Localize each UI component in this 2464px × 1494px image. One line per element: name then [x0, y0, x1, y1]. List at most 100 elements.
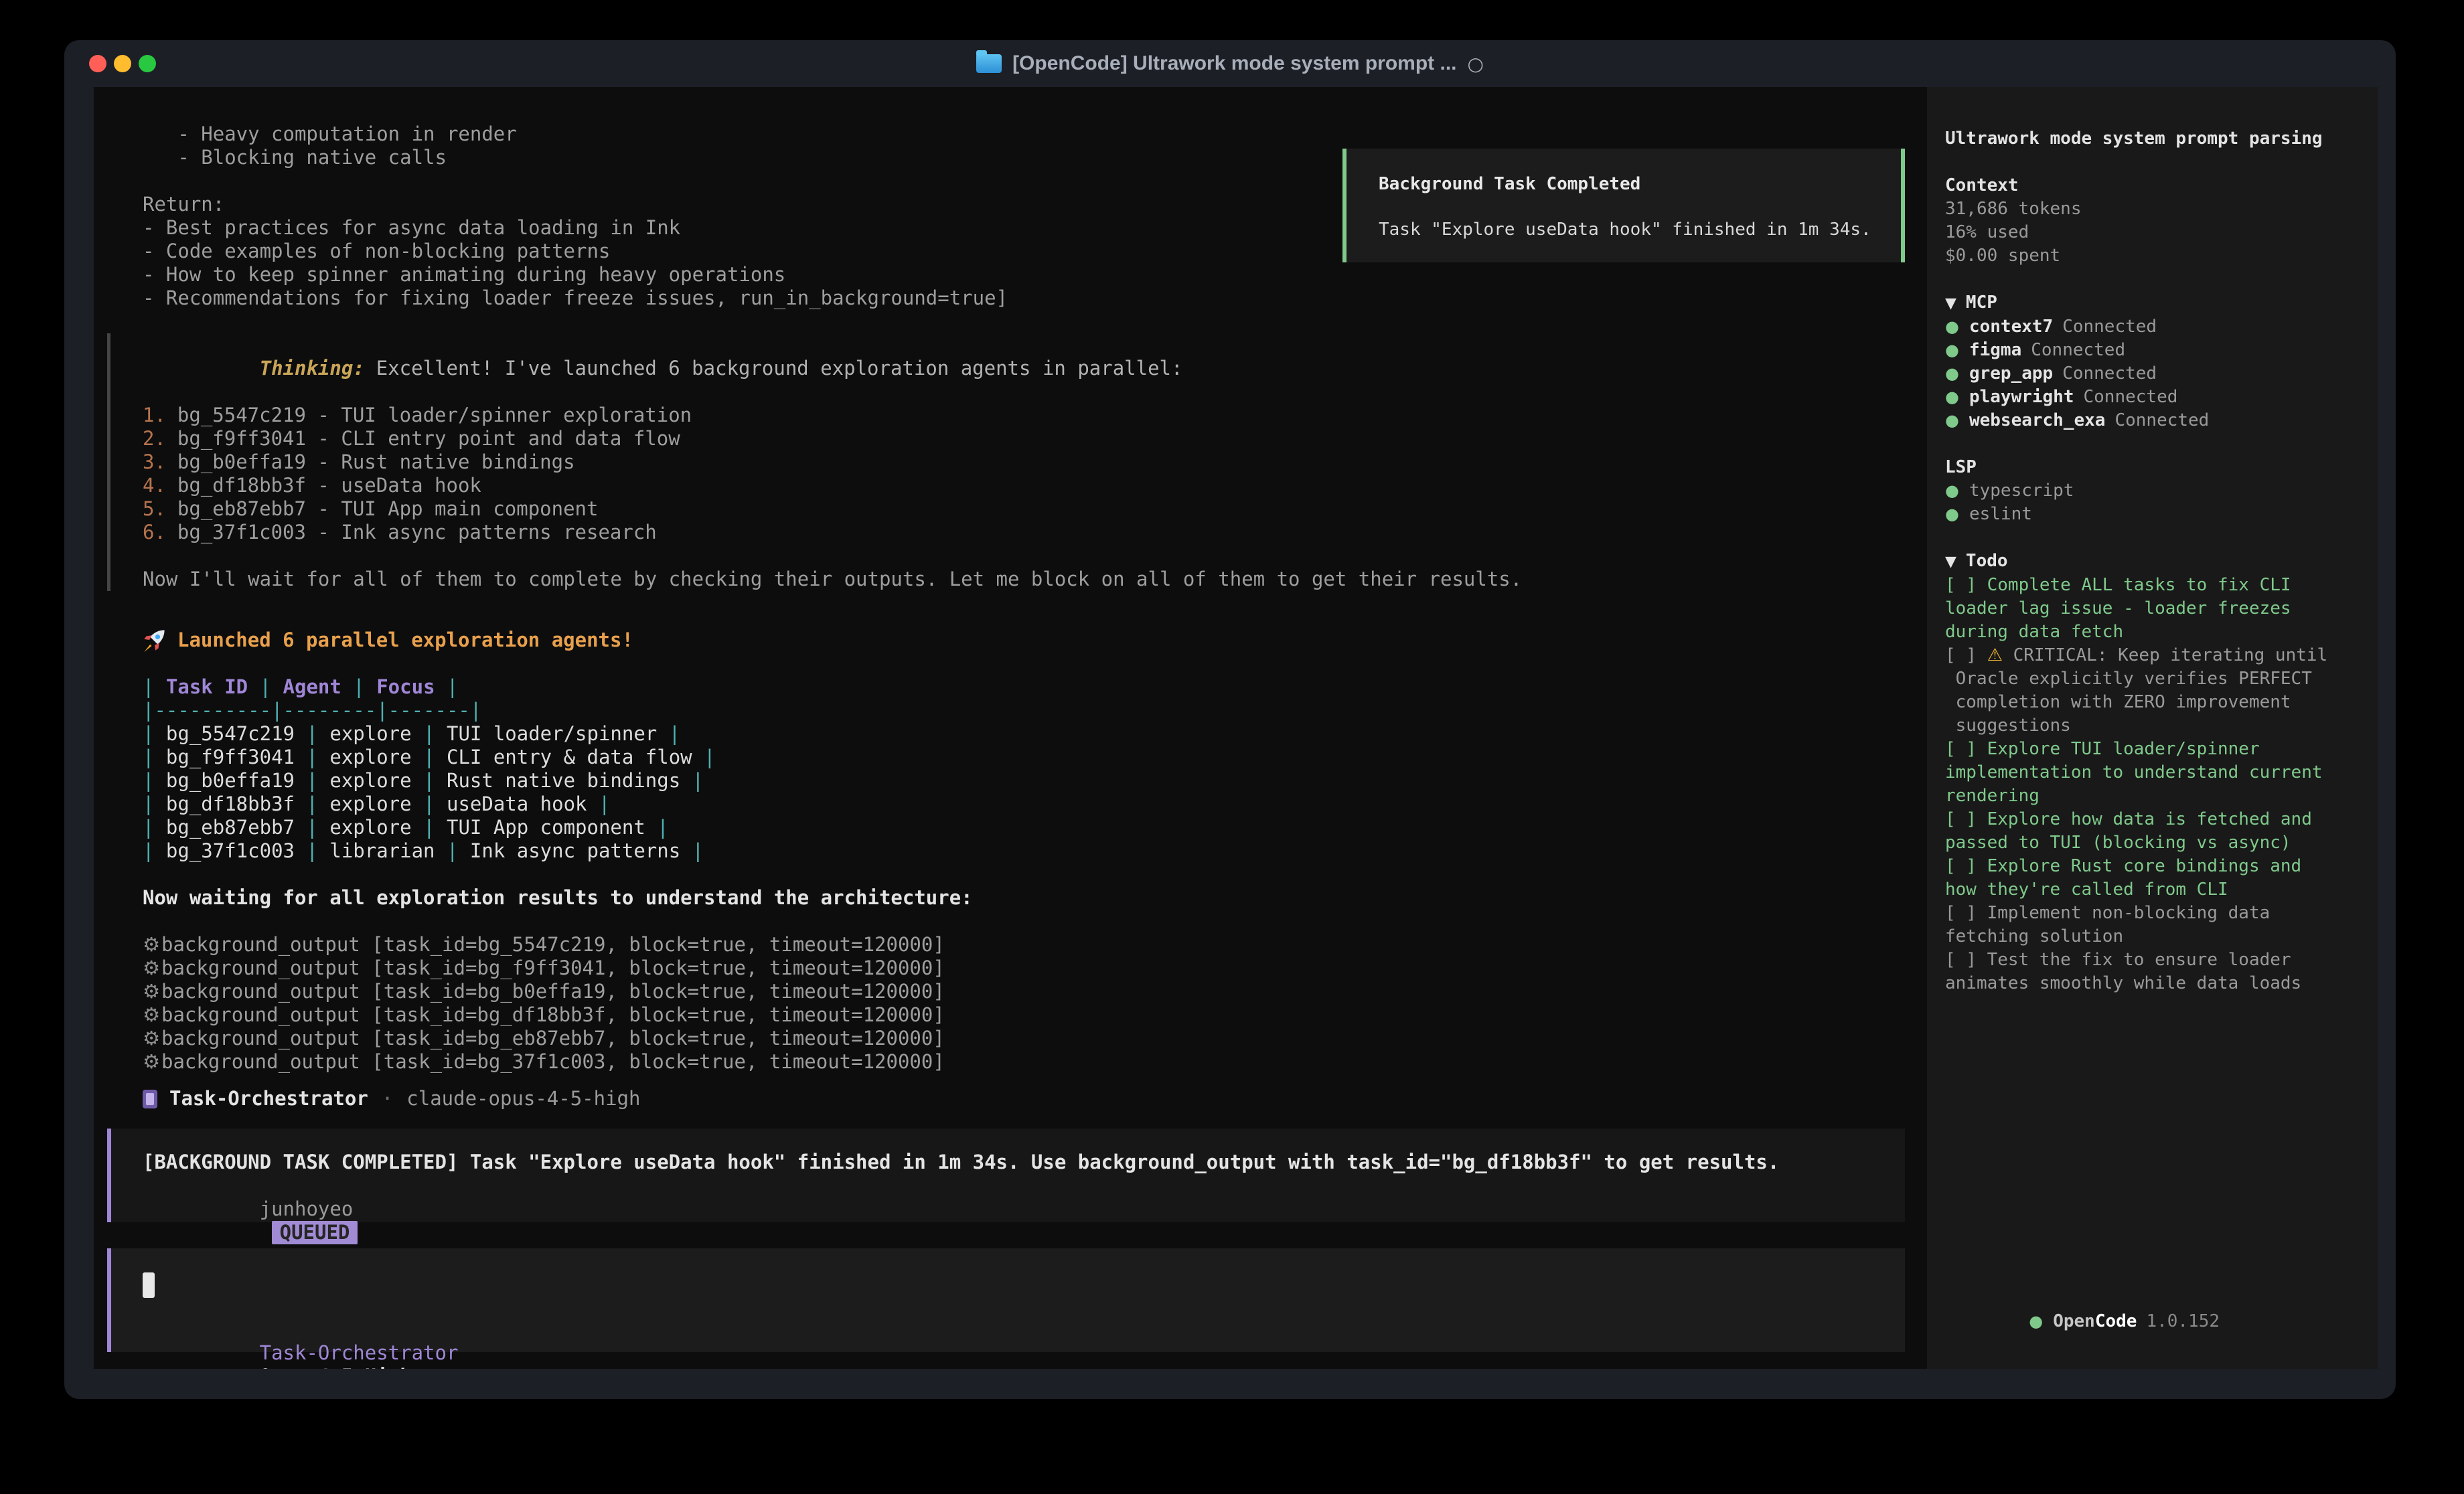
todo-line: implementation to understand current [1945, 761, 2366, 784]
table-row: | bg_37f1c003 | librarian | Ink async pa… [143, 839, 1905, 863]
todo-line: loader lag issue - loader freezes [1945, 597, 2366, 620]
mcp-item: ●websearch_exaConnected [1945, 409, 2366, 432]
chevron-down-icon: ▼ [1945, 554, 1956, 570]
todo-line: how they're called from CLI [1945, 878, 2366, 902]
waiting-line: Now waiting for all exploration results … [143, 886, 1905, 910]
todo-line: Oracle explicitly verifies PERFECT [1945, 667, 2366, 691]
status-dot-icon: ● [1945, 505, 1959, 523]
zoom-button[interactable] [139, 55, 156, 72]
gear-icon: ⚙ [143, 1027, 160, 1050]
agent-name: Task-Orchestrator [169, 1087, 368, 1110]
mcp-item: ●context7Connected [1945, 315, 2366, 339]
chat-transcript: - Heavy computation in render - Blocking… [94, 87, 1927, 1369]
mcp-item: ●playwrightConnected [1945, 386, 2366, 409]
todo-heading: ▼Todo [1945, 550, 2366, 574]
tool-call-list: ⚙background_output [task_id=bg_5547c219,… [143, 933, 1905, 1074]
rocket-icon [143, 628, 167, 652]
prompt-input[interactable]: Task-Orchestrator Opus 4.5 High Anthropi… [107, 1248, 1905, 1352]
mcp-heading: ▼MCP [1945, 291, 2366, 315]
list-item: 6.bg_37f1c003 - Ink async patterns resea… [143, 521, 1905, 544]
todo-line: [ ] Explore TUI loader/spinner [1945, 738, 2366, 761]
todo-line: suggestions [1945, 714, 2366, 738]
todo-line: [ ] Explore Rust core bindings and [1945, 855, 2366, 878]
input-agent-name: Task-Orchestrator [260, 1341, 459, 1364]
list-item: 2.bg_f9ff3041 - CLI entry point and data… [143, 427, 1905, 450]
tool-call: ⚙background_output [task_id=bg_b0effa19,… [143, 980, 1905, 1003]
agents-table: | Task ID | Agent | Focus | |----------|… [143, 675, 1905, 863]
tool-call: ⚙background_output [task_id=bg_eb87ebb7,… [143, 1027, 1905, 1050]
gear-icon: ⚙ [143, 1003, 160, 1026]
middot-separator: · [382, 1087, 393, 1110]
app-version-footer: ●OpenCode1.0.152 [1945, 1286, 2220, 1357]
launched-banner: Launched 6 parallel exploration agents! [143, 628, 1905, 652]
titlebar: [OpenCode] Ultrawork mode system prompt … [64, 40, 2396, 87]
session-title: Ultrawork mode system prompt parsing [1945, 127, 2366, 151]
lsp-item: ●eslint [1945, 503, 2366, 526]
todo-line: [ ] Implement non-blocking data [1945, 902, 2366, 925]
sidebar: Ultrawork mode system prompt parsing Con… [1927, 87, 2378, 1369]
background-completed-message: [BACKGROUND TASK COMPLETED] Task "Explor… [107, 1129, 1905, 1222]
tool-call: ⚙background_output [task_id=bg_df18bb3f,… [143, 1003, 1905, 1027]
launched-text: Launched 6 parallel exploration agents! [177, 629, 633, 652]
agent-model: claude-opus-4-5-high [406, 1087, 640, 1110]
toast-notification: Background Task Completed Task "Explore … [1342, 149, 1905, 262]
traffic-lights [89, 55, 156, 72]
table-row: | bg_eb87ebb7 | explore | TUI App compon… [143, 816, 1905, 839]
context-tokens: 31,686 tokens [1945, 197, 2366, 221]
terminal-window: [OpenCode] Ultrawork mode system prompt … [64, 40, 2396, 1399]
chevron-down-icon: ▼ [1945, 295, 1956, 312]
context-heading: Context [1945, 174, 2366, 197]
mcp-item: ●grep_appConnected [1945, 362, 2366, 386]
table-header-row: | Task ID | Agent | Focus | [143, 675, 1905, 699]
todo-line: during data fetch [1945, 620, 2366, 644]
status-dot-icon: ● [1945, 341, 1959, 359]
toast-title: Background Task Completed [1379, 173, 1901, 195]
todo-line: passed to TUI (blocking vs async) [1945, 831, 2366, 855]
todo-line: [ ] Complete ALL tasks to fix CLI [1945, 574, 2366, 597]
todo-line: [ ] Test the fix to ensure loader [1945, 948, 2366, 972]
gear-icon: ⚙ [143, 933, 160, 956]
todo-line: fetching solution [1945, 925, 2366, 948]
window-title-group: [OpenCode] Ultrawork mode system prompt … [976, 52, 1484, 75]
context-spent: $0.00 spent [1945, 244, 2366, 268]
todo-line: [ ] Explore how data is fetched and [1945, 808, 2366, 831]
status-dot-icon: ● [1945, 411, 1959, 430]
table-row: | bg_5547c219 | explore | TUI loader/spi… [143, 722, 1905, 746]
table-separator-row: |----------|--------|-------| [143, 699, 1905, 722]
todo-line: completion with ZERO improvement [1945, 691, 2366, 714]
close-button[interactable] [89, 55, 106, 72]
table-row: | bg_b0effa19 | explore | Rust native bi… [143, 769, 1905, 793]
todo-line-critical: [ ] ⚠ CRITICAL: Keep iterating until [1945, 644, 2366, 667]
list-item: 3.bg_b0effa19 - Rust native bindings [143, 450, 1905, 474]
gear-icon: ⚙ [143, 980, 160, 1003]
lsp-heading: LSP [1945, 456, 2366, 479]
mcp-item: ●figmaConnected [1945, 339, 2366, 362]
tool-call: ⚙background_output [task_id=bg_5547c219,… [143, 933, 1905, 957]
folder-icon [976, 54, 1002, 73]
todo-line: rendering [1945, 784, 2366, 808]
gear-icon: ⚙ [143, 1050, 160, 1073]
status-dot-icon: ● [1945, 317, 1959, 336]
text-cursor [143, 1272, 155, 1298]
table-row: | bg_f9ff3041 | explore | CLI entry & da… [143, 746, 1905, 769]
warning-icon: ⚠ [1987, 645, 2003, 665]
tool-call: ⚙background_output [task_id=bg_37f1c003,… [143, 1050, 1905, 1074]
status-dot-icon: ● [1945, 388, 1959, 406]
message-attribution: Task-Orchestrator · claude-opus-4-5-high [143, 1087, 1905, 1110]
status-dot-icon: ● [2029, 1312, 2043, 1331]
tool-call: ⚙background_output [task_id=bg_f9ff3041,… [143, 957, 1905, 980]
thinking-wait-line: Now I'll wait for all of them to complet… [143, 568, 1905, 591]
completed-message-text: [BACKGROUND TASK COMPLETED] Task "Explor… [143, 1151, 1885, 1174]
context-used: 16% used [1945, 221, 2366, 244]
minimize-button[interactable] [114, 55, 131, 72]
status-dot-icon: ● [1945, 481, 1959, 500]
window-title: [OpenCode] Ultrawork mode system prompt … [1012, 52, 1456, 75]
thinking-label: Thinking: [260, 357, 365, 380]
table-row: | bg_df18bb3f | explore | useData hook | [143, 793, 1905, 816]
input-model-name: Opus 4.5 High [260, 1365, 412, 1369]
proxy-circle-icon: ○ [1468, 53, 1484, 75]
agent-box-icon [143, 1090, 157, 1108]
list-item: 1.bg_5547c219 - TUI loader/spinner explo… [143, 404, 1905, 427]
list-item: 4.bg_df18bb3f - useData hook [143, 474, 1905, 497]
toast-body: Task "Explore useData hook" finished in … [1379, 218, 1901, 241]
